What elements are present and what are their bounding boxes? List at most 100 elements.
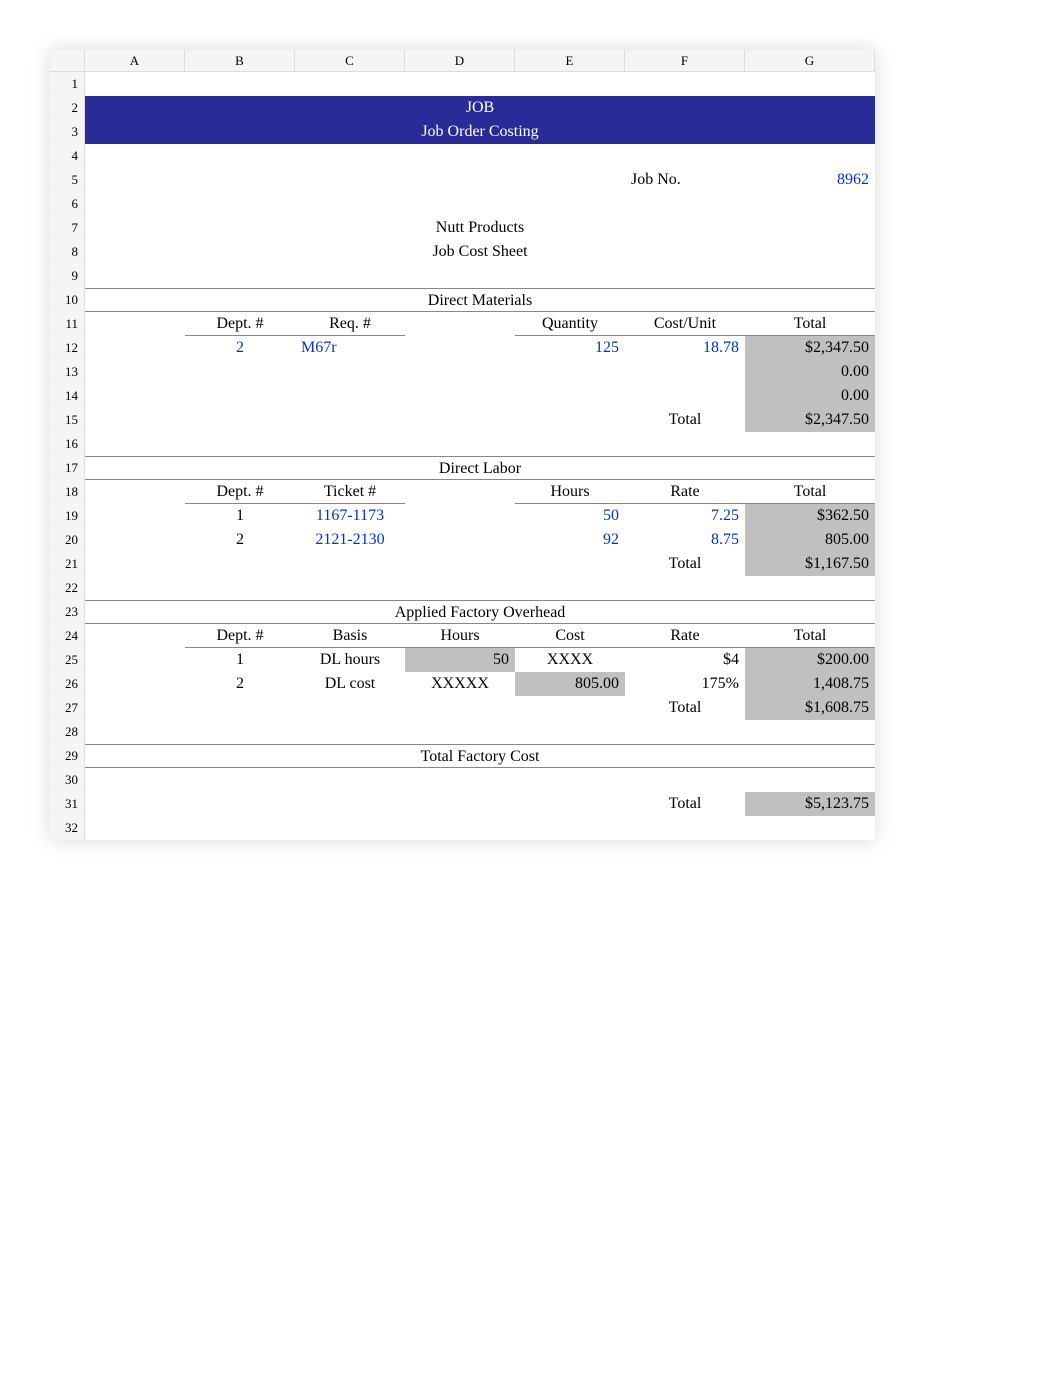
- cell[interactable]: [405, 792, 515, 816]
- cell[interactable]: [85, 624, 185, 648]
- cell[interactable]: [405, 528, 515, 552]
- cell[interactable]: [85, 576, 185, 600]
- cell[interactable]: [85, 264, 185, 288]
- dm-req[interactable]: [295, 384, 405, 408]
- cell[interactable]: [85, 528, 185, 552]
- row-header-7[interactable]: 7: [50, 216, 85, 240]
- dm-req[interactable]: M67r: [295, 336, 405, 360]
- row-header-16[interactable]: 16: [50, 432, 85, 456]
- cell[interactable]: [515, 264, 625, 288]
- cell[interactable]: [85, 408, 185, 432]
- col-header-g[interactable]: G: [745, 50, 875, 72]
- row-header-20[interactable]: 20: [50, 528, 85, 552]
- col-header-f[interactable]: F: [625, 50, 745, 72]
- jobno-label[interactable]: Job No.: [625, 168, 745, 192]
- cell[interactable]: [405, 552, 515, 576]
- dm-total-value[interactable]: $2,347.50: [745, 408, 875, 432]
- cell[interactable]: [625, 816, 745, 840]
- cell[interactable]: [85, 360, 185, 384]
- cell[interactable]: [625, 432, 745, 456]
- cell[interactable]: [85, 312, 185, 336]
- cell[interactable]: [515, 192, 625, 216]
- cell[interactable]: [295, 768, 405, 792]
- cell[interactable]: [185, 576, 295, 600]
- afo-rate[interactable]: 175%: [625, 672, 745, 696]
- dl-dept[interactable]: 1: [185, 504, 295, 528]
- cell[interactable]: [185, 432, 295, 456]
- cell[interactable]: [745, 144, 875, 168]
- row-header-27[interactable]: 27: [50, 696, 85, 720]
- dm-total[interactable]: $2,347.50: [745, 336, 875, 360]
- cell[interactable]: [185, 720, 295, 744]
- dm-dept[interactable]: [185, 384, 295, 408]
- cell[interactable]: [85, 648, 185, 672]
- cell[interactable]: [625, 72, 745, 96]
- cell[interactable]: [295, 192, 405, 216]
- cell[interactable]: [405, 576, 515, 600]
- cell[interactable]: [185, 816, 295, 840]
- row-header-3[interactable]: 3: [50, 120, 85, 144]
- cell[interactable]: [85, 552, 185, 576]
- tfc-total-value[interactable]: $5,123.75: [745, 792, 875, 816]
- cell[interactable]: [515, 816, 625, 840]
- cell[interactable]: [405, 432, 515, 456]
- dl-section-title[interactable]: Direct Labor: [85, 456, 875, 480]
- afo-cost[interactable]: 805.00: [515, 672, 625, 696]
- dl-hours[interactable]: 50: [515, 504, 625, 528]
- cell[interactable]: [405, 816, 515, 840]
- row-header-4[interactable]: 4: [50, 144, 85, 168]
- afo-basis[interactable]: DL hours: [295, 648, 405, 672]
- cell[interactable]: [625, 576, 745, 600]
- row-header-10[interactable]: 10: [50, 288, 85, 312]
- row-header-17[interactable]: 17: [50, 456, 85, 480]
- afo-header-cost[interactable]: Cost: [515, 624, 625, 648]
- cell[interactable]: [745, 72, 875, 96]
- dl-header-rate[interactable]: Rate: [625, 480, 745, 504]
- row-header-19[interactable]: 19: [50, 504, 85, 528]
- cell[interactable]: [85, 168, 185, 192]
- cell[interactable]: [405, 384, 515, 408]
- afo-cost[interactable]: XXXX: [515, 648, 625, 672]
- dm-costunit[interactable]: [625, 384, 745, 408]
- afo-hours[interactable]: XXXXX: [405, 672, 515, 696]
- row-header-6[interactable]: 6: [50, 192, 85, 216]
- cell[interactable]: [185, 696, 295, 720]
- cell[interactable]: [295, 144, 405, 168]
- dm-header-dept[interactable]: Dept. #: [185, 312, 295, 336]
- cell[interactable]: [85, 72, 185, 96]
- dl-total-label[interactable]: Total: [625, 552, 745, 576]
- afo-hours[interactable]: 50: [405, 648, 515, 672]
- cell[interactable]: [745, 576, 875, 600]
- dl-ticket[interactable]: 2121-2130: [295, 528, 405, 552]
- tfc-section-title[interactable]: Total Factory Cost: [85, 744, 875, 768]
- dm-costunit[interactable]: [625, 360, 745, 384]
- col-header-c[interactable]: C: [295, 50, 405, 72]
- cell[interactable]: [745, 432, 875, 456]
- dl-rate[interactable]: 8.75: [625, 528, 745, 552]
- afo-total-value[interactable]: $1,608.75: [745, 696, 875, 720]
- cell[interactable]: [515, 408, 625, 432]
- cell[interactable]: [295, 720, 405, 744]
- cell[interactable]: [85, 672, 185, 696]
- dl-header-ticket[interactable]: Ticket #: [295, 480, 405, 504]
- afo-total[interactable]: $200.00: [745, 648, 875, 672]
- col-header-e[interactable]: E: [515, 50, 625, 72]
- dm-header-costunit[interactable]: Cost/Unit: [625, 312, 745, 336]
- row-header-11[interactable]: 11: [50, 312, 85, 336]
- cell[interactable]: [85, 336, 185, 360]
- cell[interactable]: [185, 408, 295, 432]
- dm-qty[interactable]: [515, 384, 625, 408]
- dl-dept[interactable]: 2: [185, 528, 295, 552]
- col-header-d[interactable]: D: [405, 50, 515, 72]
- jobno-value[interactable]: 8962: [745, 168, 875, 192]
- cell[interactable]: [405, 168, 515, 192]
- cell[interactable]: [625, 144, 745, 168]
- cell[interactable]: [625, 192, 745, 216]
- cell[interactable]: [85, 192, 185, 216]
- row-header-13[interactable]: 13: [50, 360, 85, 384]
- dl-header-hours[interactable]: Hours: [515, 480, 625, 504]
- cell[interactable]: [515, 576, 625, 600]
- col-header-a[interactable]: A: [85, 50, 185, 72]
- row-header-1[interactable]: 1: [50, 72, 85, 96]
- company-name[interactable]: Nutt Products: [85, 216, 875, 240]
